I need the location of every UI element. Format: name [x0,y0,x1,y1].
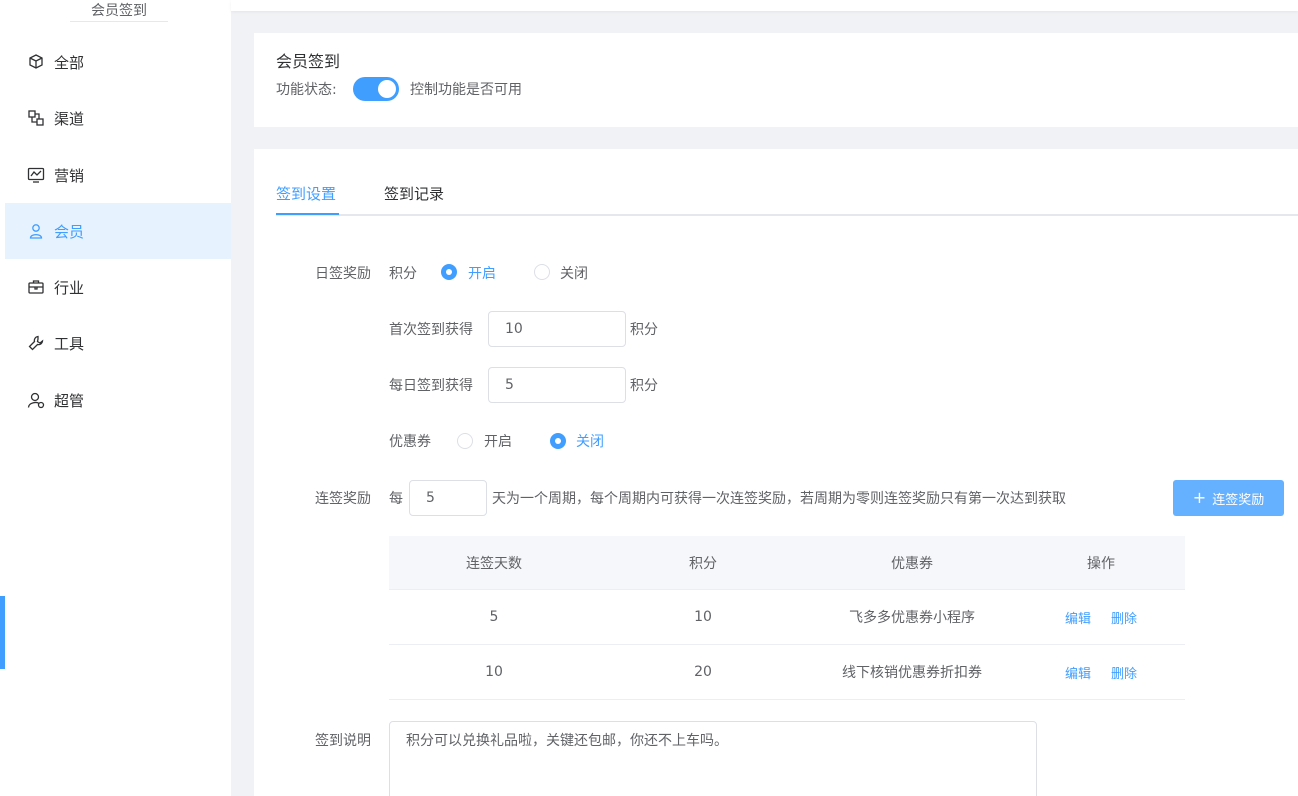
sidebar-item-tools[interactable]: 工具 [5,315,231,371]
status-switch[interactable] [353,77,399,101]
tab-active-underline [276,213,339,215]
plus-icon: + [1192,488,1207,507]
tab-signin-settings[interactable]: 签到设置 [276,183,336,204]
daily-reward-label: 日签奖励 [315,266,371,282]
sidebar-item-member[interactable]: 会员 [5,203,231,259]
cell-coupon: 飞多多优惠券小程序 [849,610,975,626]
wrench-icon [26,333,46,353]
streak-prefix: 每 [389,491,403,507]
cell-days: 5 [489,609,499,625]
daily-signin-unit: 积分 [630,378,658,394]
coupon-off-radio[interactable] [550,433,566,449]
cell-points: 20 [694,664,712,680]
edit-link[interactable]: 编辑 [1065,663,1091,682]
points-on-radio[interactable] [441,264,457,280]
cell-points: 10 [694,609,712,625]
sidebar-item-label: 工具 [54,334,85,353]
delete-link[interactable]: 删除 [1111,663,1137,682]
sidebar-item-industry[interactable]: 行业 [5,259,231,315]
points-on-label[interactable]: 开启 [468,263,496,283]
coupon-on-label[interactable]: 开启 [484,431,512,451]
admin-user-icon [26,390,46,410]
streak-description: 天为一个周期，每个周期内可获得一次连签奖励，若周期为零则连签奖励只有第一次达到获… [492,491,1066,507]
sidebar-item-label: 渠道 [54,109,85,128]
header-streak-days: 连签天数 [466,555,522,572]
sidebar-item-all[interactable]: 全部 [5,34,231,90]
cell-coupon: 线下核销优惠券折扣券 [842,665,982,681]
delete-link[interactable]: 删除 [1111,608,1137,627]
streak-reward-label: 连签奖励 [315,491,371,507]
chart-monitor-icon [26,165,46,185]
tab-signin-records[interactable]: 签到记录 [384,183,444,204]
add-streak-reward-button[interactable]: + 连签奖励 [1173,480,1284,516]
header-actions: 操作 [1087,555,1115,572]
description-textarea[interactable]: 积分可以兑换礼品啦，关键还包邮，你还不上车吗。 [389,721,1037,796]
table-row: 5 10 飞多多优惠券小程序 编辑 删除 [389,590,1185,645]
sidebar-item-marketing[interactable]: 营销 [5,147,231,203]
description-label: 签到说明 [315,733,371,749]
first-signin-points-input[interactable]: 10 [488,311,626,347]
sidebar-item-label: 超管 [54,391,85,410]
first-signin-unit: 积分 [630,322,658,338]
streak-period-input[interactable]: 5 [409,480,487,516]
sidebar-item-label: 行业 [54,278,85,297]
settings-card: 签到设置 签到记录 日签奖励 积分 开启 关闭 首次签到获得 10 积分 每日签… [254,149,1298,796]
status-description: 控制功能是否可用 [410,82,522,98]
edit-link[interactable]: 编辑 [1065,608,1091,627]
cube-icon [26,52,46,72]
table-header: 连签天数 积分 优惠券 操作 [389,536,1185,590]
briefcase-icon [26,277,46,297]
daily-signin-label: 每日签到获得 [389,378,473,394]
top-bar [231,0,1298,11]
function-card: 会员签到 功能状态: 控制功能是否可用 [254,33,1298,127]
cell-days: 10 [485,664,503,680]
sidebar-item-label: 全部 [54,53,85,72]
scroll-indicator[interactable] [0,596,5,669]
cell-actions: 编辑 删除 [1017,590,1185,644]
status-label: 功能状态: [276,82,337,98]
header-points: 积分 [689,555,717,572]
table-row: 10 20 线下核销优惠券折扣券 编辑 删除 [389,645,1185,700]
add-streak-reward-label: 连签奖励 [1212,492,1265,508]
cell-actions: 编辑 删除 [1017,645,1185,699]
switch-knob [378,80,396,98]
sidebar-item-label: 营销 [54,166,85,185]
points-off-radio[interactable] [534,264,550,280]
coupon-label: 优惠券 [389,434,431,450]
coupon-on-radio[interactable] [457,433,473,449]
points-label: 积分 [389,266,417,282]
sidebar-item-label: 会员 [54,222,85,241]
header-coupon: 优惠券 [891,555,933,572]
coupon-off-label[interactable]: 关闭 [576,431,604,451]
first-signin-label: 首次签到获得 [389,322,473,338]
channel-icon [26,108,46,128]
page-title: 会员签到 [276,52,341,71]
sidebar: 会员签到 全部 渠道 营销 会员 行业 工具 超管 [0,0,231,796]
sidebar-item-admin[interactable]: 超管 [5,372,231,428]
user-icon [26,221,46,241]
streak-reward-table: 连签天数 积分 优惠券 操作 5 10 飞多多优惠券小程序 编辑 删除 10 2… [389,536,1185,700]
sidebar-item-channel[interactable]: 渠道 [5,90,231,146]
daily-signin-points-input[interactable]: 5 [488,367,626,403]
sidebar-header: 会员签到 [70,0,168,22]
tabs-divider [276,214,1298,216]
points-off-label[interactable]: 关闭 [560,263,588,283]
